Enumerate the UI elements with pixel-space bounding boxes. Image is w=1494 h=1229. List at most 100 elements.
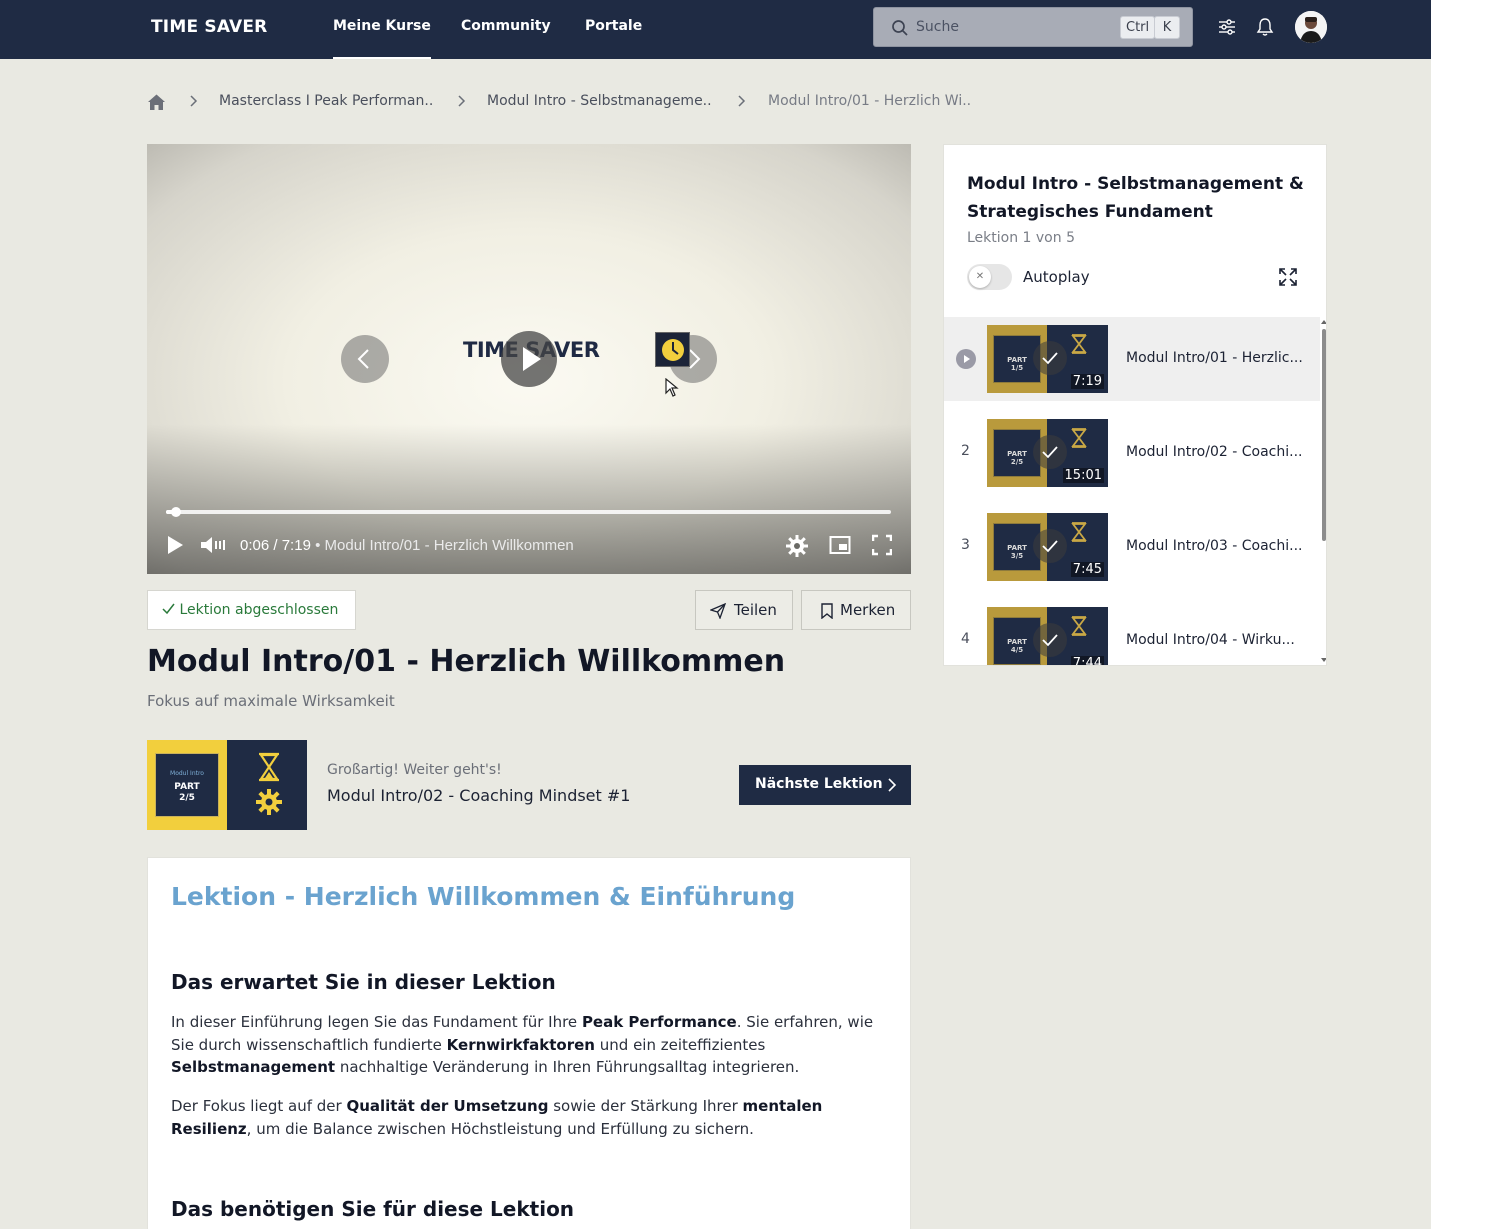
clock-icon: [662, 339, 684, 361]
checkmark-icon: [162, 603, 175, 615]
autoplay-toggle[interactable]: ✕: [967, 264, 1012, 290]
picture-in-picture-icon[interactable]: [829, 534, 851, 556]
autoplay-label: Autoplay: [1023, 268, 1090, 286]
bookmark-button[interactable]: Merken: [801, 590, 911, 630]
scroll-up-arrow-icon[interactable]: [1320, 319, 1327, 325]
brand-logo[interactable]: TIME SAVER: [151, 17, 267, 37]
scroll-down-arrow-icon[interactable]: [1320, 657, 1327, 663]
section-heading-requirements: Das benötigen Sie für diese Lektion: [171, 1197, 575, 1221]
toggle-off-x-icon: ✕: [969, 266, 991, 288]
shortcut-k-key: K: [1154, 16, 1180, 39]
playlist-item[interactable]: 2 PART 2/5 15:01 Modul Intro/02 - Coachi...: [944, 411, 1320, 495]
chevron-right-icon: [458, 95, 466, 107]
hourglass-icon: [1071, 522, 1087, 542]
avatar-portrait-icon: [1295, 11, 1327, 43]
chevron-left-icon: [357, 349, 369, 369]
section-heading-expectations: Das erwartet Sie in dieser Lektion: [171, 970, 556, 994]
playlist-item[interactable]: 3 PART 3/5 7:45 Modul Intro/03 - Coachi...: [944, 505, 1320, 589]
completed-check-icon: [1033, 435, 1067, 469]
clock-logo-badge: [655, 332, 690, 367]
thumbnail-part-panel: Modul Intro PART 2/5: [155, 753, 219, 817]
playlist-item-duration: 15:01: [1062, 468, 1104, 483]
breadcrumb-course[interactable]: Masterclass I Peak Performan..: [219, 93, 433, 109]
playlist-item[interactable]: 4 PART 4/5 7:44 Modul Intro/04 - Wirku...: [944, 599, 1320, 665]
video-time-display: 0:06 / 7:19 • Modul Intro/01 - Herzlich …: [240, 537, 574, 554]
lesson-content-heading: Lektion - Herzlich Willkommen & Einführu…: [171, 882, 796, 911]
gear-rocket-icon: [256, 789, 282, 815]
breadcrumb-current-lesson: Modul Intro/01 - Herzlich Wi..: [768, 93, 972, 109]
playlist-item-thumbnail: PART 4/5 7:44: [987, 607, 1108, 665]
hourglass-icon: [1071, 428, 1087, 448]
chevron-right-icon: [888, 778, 897, 792]
playlist-item[interactable]: PART 1/5 7:19 Modul Intro/01 - Herzlic...: [944, 317, 1320, 401]
next-lesson-button-label: Nächste Lektion: [755, 776, 883, 792]
bookmark-icon: [821, 603, 833, 619]
lesson-completed-badge[interactable]: Lektion abgeschlossen: [147, 590, 356, 630]
playlist-lesson-count: Lektion 1 von 5: [967, 230, 1075, 246]
big-play-button[interactable]: [501, 331, 557, 387]
filter-sliders-icon[interactable]: [1217, 17, 1237, 37]
playlist-item-duration: 7:19: [1070, 374, 1104, 389]
playlist-item-title: Modul Intro/02 - Coachi...: [1126, 444, 1303, 460]
nav-community[interactable]: Community: [461, 18, 551, 34]
play-control-icon[interactable]: [165, 534, 185, 556]
chevron-right-icon: [738, 95, 746, 107]
app-window: TIME SAVER Meine Kurse Community Portale…: [0, 0, 1431, 1229]
playlist-item-duration: 7:45: [1070, 562, 1104, 577]
playlist-item-number: 4: [961, 631, 970, 647]
lesson-description-card: Lektion - Herzlich Willkommen & Einführu…: [147, 857, 911, 1229]
module-playlist-panel: Modul Intro - Selbstmanagement & Strateg…: [943, 144, 1327, 666]
playlist-item-thumbnail: PART 1/5 7:19: [987, 325, 1108, 393]
nav-meine-kurse[interactable]: Meine Kurse: [333, 18, 431, 59]
hourglass-icon: [258, 752, 280, 782]
chevron-right-icon: [190, 95, 198, 107]
previous-lesson-arrow[interactable]: [341, 335, 389, 383]
playlist-item-title: Modul Intro/01 - Herzlic...: [1126, 350, 1303, 366]
search-icon: [892, 20, 908, 36]
hourglass-icon: [1071, 616, 1087, 636]
video-player[interactable]: TIME SAVER 0:06 / 7:19 • Modul Intro/01 …: [147, 144, 911, 574]
bookmark-label: Merken: [840, 601, 896, 619]
scrollbar-thumb[interactable]: [1322, 329, 1326, 541]
fullscreen-icon[interactable]: [872, 534, 892, 556]
search-bar[interactable]: Suche Ctrl K: [873, 7, 1193, 47]
current-time: 0:06: [240, 537, 270, 554]
completed-check-icon: [1033, 623, 1067, 657]
playlist-items: PART 1/5 7:19 Modul Intro/01 - Herzlic... 2 P…: [944, 317, 1320, 665]
nav-portale[interactable]: Portale: [585, 18, 642, 34]
thumbnail-module-label: Modul Intro: [170, 770, 204, 777]
playlist-item-duration: 7:44: [1070, 656, 1104, 665]
next-lesson-name[interactable]: Modul Intro/02 - Coaching Mindset #1: [327, 786, 630, 805]
volume-muted-icon[interactable]: [199, 534, 229, 556]
lesson-subtitle: Fokus auf maximale Wirksamkeit: [147, 692, 395, 710]
playlist-item-title: Modul Intro/03 - Coachi...: [1126, 538, 1303, 554]
home-icon[interactable]: [147, 93, 166, 111]
paragraph-intro: In dieser Einführung legen Sie das Funda…: [171, 1013, 874, 1076]
expand-icon[interactable]: [1278, 267, 1298, 287]
breadcrumb-module[interactable]: Modul Intro - Selbstmanageme..: [487, 93, 712, 109]
thumbnail-part-label: PART 2/5: [174, 782, 200, 803]
duration: 7:19: [281, 537, 311, 554]
playlist-item-number: 2: [961, 443, 970, 459]
playlist-item-thumbnail: PART 2/5 15:01: [987, 419, 1108, 487]
now-playing-icon: [956, 349, 976, 369]
playlist-item-title: Modul Intro/04 - Wirku...: [1126, 632, 1295, 648]
playlist-module-title: Modul Intro - Selbstmanagement & Strateg…: [967, 174, 1304, 222]
play-icon: [523, 347, 541, 371]
paragraph-focus: Der Fokus liegt auf der Qualität der Ums…: [171, 1097, 823, 1138]
user-avatar[interactable]: [1295, 11, 1327, 43]
next-lesson-hint: Großartig! Weiter geht's!: [327, 762, 502, 778]
video-progress-bar[interactable]: [166, 507, 891, 517]
hourglass-icon: [1071, 334, 1087, 354]
video-title: Modul Intro/01 - Herzlich Willkommen: [324, 537, 574, 554]
next-lesson-button[interactable]: Nächste Lektion: [739, 765, 911, 805]
share-button[interactable]: Teilen: [695, 590, 793, 630]
playlist-scrollbar[interactable]: [1320, 317, 1327, 665]
search-placeholder: Suche: [916, 19, 959, 35]
settings-gear-icon[interactable]: [785, 534, 809, 558]
next-lesson-thumbnail[interactable]: Modul Intro PART 2/5: [147, 740, 307, 830]
shortcut-ctrl-key: Ctrl: [1120, 16, 1156, 39]
send-icon: [710, 603, 726, 619]
bell-icon[interactable]: [1255, 17, 1275, 37]
top-navigation-bar: TIME SAVER Meine Kurse Community Portale…: [0, 0, 1431, 59]
